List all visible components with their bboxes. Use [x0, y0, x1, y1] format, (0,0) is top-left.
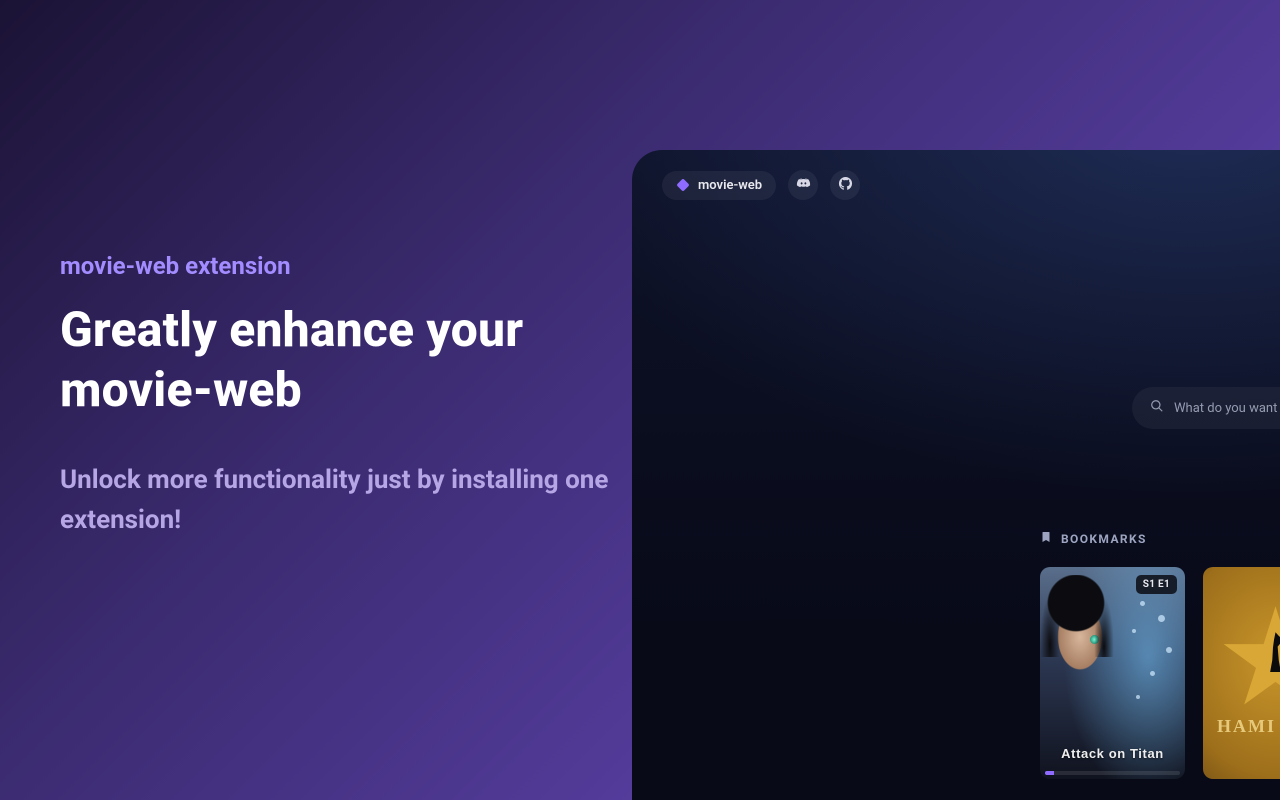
poster-art-particle [1158, 615, 1165, 622]
search-placeholder: What do you want to [1174, 401, 1280, 416]
poster-art-eye [1090, 635, 1099, 644]
discord-button[interactable] [788, 170, 818, 200]
poster-art-particle [1140, 601, 1145, 606]
bookmarks-header: BOOKMARKS [1040, 530, 1280, 547]
github-button[interactable] [830, 170, 860, 200]
episode-badge: S1 E1 [1136, 575, 1177, 594]
app-preview: movie-web What watch What do you want to… [632, 150, 1280, 800]
github-icon [838, 176, 853, 195]
hero-eyebrow: movie-web extension [60, 252, 620, 280]
poster-art-particle [1132, 629, 1136, 633]
progress-bar [1045, 771, 1180, 775]
bookmark-icon [1040, 530, 1052, 547]
poster-art-particle [1136, 695, 1140, 699]
search-input[interactable]: What do you want to [1132, 387, 1280, 429]
bookmarks-section: BOOKMARKS S1 E1 Attack on Titan HAMI [1040, 530, 1280, 779]
card-row: S1 E1 Attack on Titan HAMI [1040, 567, 1280, 779]
card-attack-on-titan[interactable]: S1 E1 Attack on Titan [1040, 567, 1185, 779]
bookmarks-label: BOOKMARKS [1061, 532, 1147, 546]
poster-title: HAMI [1217, 716, 1276, 737]
brand-logo-icon [676, 178, 690, 192]
poster-art-particle [1150, 671, 1155, 676]
hero: movie-web extension Greatly enhance your… [60, 252, 620, 541]
search-icon [1150, 399, 1164, 417]
discord-icon [796, 176, 811, 195]
brand-label: movie-web [698, 178, 762, 193]
topbar: movie-web [662, 170, 860, 200]
brand-pill[interactable]: movie-web [662, 171, 776, 200]
hero-subtitle: Unlock more functionality just by instal… [60, 460, 620, 541]
poster-title: Attack on Titan [1040, 746, 1185, 761]
hero-headline: Greatly enhance your movie-web [60, 300, 620, 420]
poster-art-particle [1166, 647, 1172, 653]
card-hamilton[interactable]: HAMI [1203, 567, 1280, 779]
